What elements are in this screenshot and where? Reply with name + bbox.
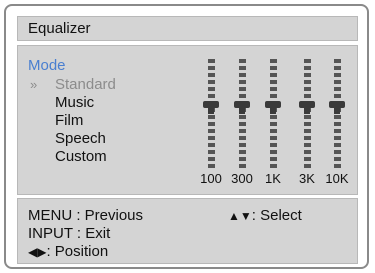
help-select: ▲▼: Select xyxy=(228,207,302,224)
band-slider-10k[interactable]: 10K xyxy=(322,58,352,193)
slider-knob[interactable] xyxy=(203,101,219,114)
mode-item-speech[interactable]: Speech xyxy=(30,130,116,148)
band-label: 10K xyxy=(325,171,349,186)
slider-track xyxy=(334,59,341,169)
up-down-arrows-icon: ▲▼ xyxy=(228,209,252,223)
mode-item-standard[interactable]: » Standard xyxy=(30,76,116,94)
slider-knob[interactable] xyxy=(329,101,345,114)
slider-track xyxy=(239,59,246,169)
help-panel: MENU : Previous INPUT : Exit ◀▶: Positio… xyxy=(17,198,358,264)
mode-item-label: Custom xyxy=(55,148,107,165)
band-slider-100[interactable]: 100 xyxy=(196,58,226,193)
band-slider-300[interactable]: 300 xyxy=(227,58,257,193)
slider-track xyxy=(208,59,215,169)
band-slider-1k[interactable]: 1K xyxy=(258,58,288,193)
equalizer-panel: Mode » Standard Music Film Speech Custom … xyxy=(17,45,358,195)
slider-knob[interactable] xyxy=(234,101,250,114)
equalizer-sliders: 100 300 1K 3K 10K xyxy=(196,58,356,193)
help-exit: INPUT : Exit xyxy=(28,225,111,242)
mode-item-label: Music xyxy=(55,94,95,111)
band-label: 300 xyxy=(231,171,253,186)
band-label: 100 xyxy=(200,171,222,186)
mode-item-label: Standard xyxy=(55,76,116,93)
selection-marker-icon: » xyxy=(30,77,38,92)
left-right-arrows-icon: ◀▶ xyxy=(28,245,47,259)
mode-item-music[interactable]: Music xyxy=(30,94,116,112)
help-position-label: : Position xyxy=(46,243,109,260)
help-position: ◀▶: Position xyxy=(28,243,108,260)
mode-item-film[interactable]: Film xyxy=(30,112,116,130)
mode-item-label: Film xyxy=(55,112,84,129)
band-label: 3K xyxy=(299,171,315,186)
slider-knob[interactable] xyxy=(265,101,281,114)
slider-track xyxy=(270,59,277,169)
band-label: 1K xyxy=(265,171,281,186)
mode-item-custom[interactable]: Custom xyxy=(30,148,116,166)
title-bar: Equalizer xyxy=(17,16,358,41)
mode-item-label: Speech xyxy=(55,130,106,147)
slider-track xyxy=(304,59,311,169)
band-slider-3k[interactable]: 3K xyxy=(292,58,322,193)
help-select-label: : Select xyxy=(251,207,302,224)
dialog-title: Equalizer xyxy=(28,20,91,37)
mode-list: » Standard Music Film Speech Custom xyxy=(30,76,116,166)
help-previous: MENU : Previous xyxy=(28,207,144,224)
mode-heading: Mode xyxy=(28,57,66,74)
slider-knob[interactable] xyxy=(299,101,315,114)
